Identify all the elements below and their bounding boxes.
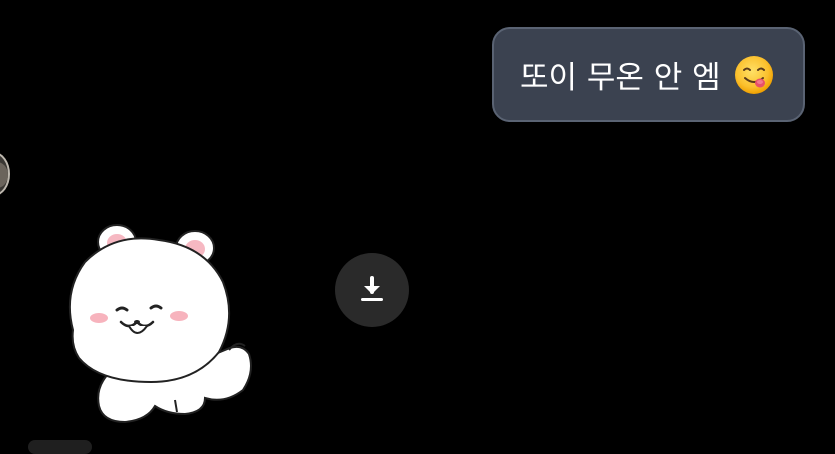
avatar-photo: [0, 162, 8, 188]
sender-avatar[interactable]: [0, 152, 10, 196]
download-button[interactable]: [335, 253, 409, 327]
savoring-food-face-icon: [735, 56, 773, 94]
chat-view: 또이 무온 안 엠: [0, 0, 835, 454]
outgoing-message-bubble[interactable]: 또이 무온 안 엠: [492, 27, 805, 122]
timestamp-pill: [28, 440, 92, 454]
download-icon: [361, 276, 383, 301]
message-text: 또이 무온 안 엠: [520, 60, 721, 96]
white-bear-sticker[interactable]: [55, 222, 260, 432]
